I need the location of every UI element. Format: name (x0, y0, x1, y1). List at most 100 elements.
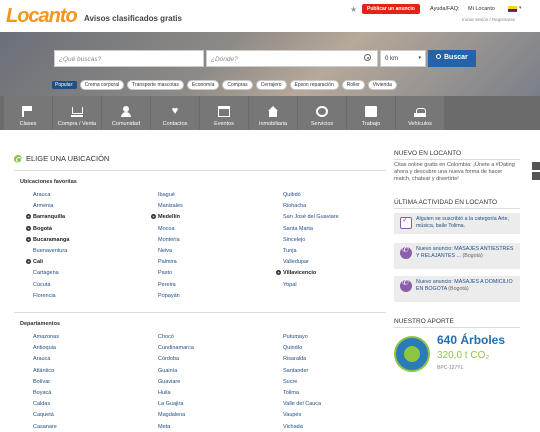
radius-select[interactable]: 0 km ▾ (380, 50, 426, 67)
category-contactos[interactable]: ♥ Contactos (151, 96, 199, 130)
location-link[interactable]: Risaralda (283, 354, 321, 365)
category-vehiculos[interactable]: Vehículos (396, 96, 444, 130)
location-link[interactable]: Guaviare (158, 377, 194, 388)
popular-chip[interactable]: Economía (186, 79, 220, 90)
plus-icon[interactable]: + (276, 270, 281, 276)
location-link[interactable]: Atlántico (33, 366, 59, 377)
category-comunidad[interactable]: Comunidad (102, 96, 150, 130)
plus-icon[interactable]: + (26, 259, 31, 265)
my-locanto-link[interactable]: Mi Locanto (468, 6, 495, 12)
activity-item[interactable]: Nuevo anuncio: MASAJES ANTIESTRES Y RELA… (394, 243, 520, 269)
help-link[interactable]: Ayuda/FAQ: (430, 6, 460, 12)
location-link[interactable]: Boyacá (33, 388, 59, 399)
location-link[interactable]: Cartagena (33, 268, 69, 279)
location-link[interactable]: Arauca (33, 190, 69, 201)
location-link[interactable]: Magdalena (158, 410, 194, 421)
location-link[interactable]: + Medellín (151, 212, 183, 223)
location-link[interactable]: Córdoba (158, 354, 194, 365)
location-link[interactable]: Yopal (283, 280, 339, 291)
location-link[interactable]: Popayán (158, 291, 183, 302)
popular-chip[interactable]: Compras (222, 79, 253, 90)
location-link[interactable]: Armenia (33, 201, 69, 212)
activity-item[interactable]: Nuevo anuncio: MASAJES A DOMICILIO EN BO… (394, 276, 520, 302)
location-link[interactable]: Antioquia (33, 343, 59, 354)
location-link[interactable]: Chocó (158, 332, 194, 343)
location-link[interactable]: Tunja (283, 246, 339, 257)
category-servicios[interactable]: Servicios (298, 96, 346, 130)
category-inmobiliaria[interactable]: Inmobiliaria (249, 96, 297, 130)
location-link[interactable]: Buenaventura (33, 246, 69, 257)
plus-icon[interactable]: + (26, 236, 31, 242)
location-link[interactable]: Santander (283, 366, 321, 377)
location-link[interactable]: San José del Guaviare (283, 212, 339, 223)
location-link[interactable]: Florencia (33, 291, 69, 302)
location-link[interactable]: Vaupés (283, 410, 321, 421)
location-link[interactable]: Amazonas (33, 332, 59, 343)
location-link[interactable]: Neiva (158, 246, 183, 257)
chevron-down-icon[interactable]: ▾ (519, 5, 522, 11)
popular-chip[interactable]: Cerrajero (255, 79, 287, 90)
location-link[interactable]: La Guajira (158, 399, 194, 410)
location-link[interactable]: Manizales (158, 201, 183, 212)
facebook-share-icon[interactable] (532, 162, 540, 170)
tree-planting-badge-icon[interactable] (394, 336, 430, 372)
location-link[interactable]: + Bogotá (26, 224, 69, 235)
category-trabajo[interactable]: Trabajo (347, 96, 395, 130)
category-compra-venta[interactable]: Compra / Venta (53, 96, 101, 130)
category-eventos[interactable]: Eventos (200, 96, 248, 130)
location-link[interactable]: Huila (158, 388, 194, 399)
popular-chip[interactable]: Epson reparación (289, 79, 339, 90)
location-link[interactable]: Meta (158, 422, 194, 432)
plus-icon[interactable]: + (26, 214, 31, 220)
star-icon[interactable]: ★ (350, 5, 357, 14)
where-search-input[interactable]: ¿Dónde? (206, 50, 378, 67)
location-link[interactable]: Sincelejo (283, 235, 339, 246)
location-link[interactable]: Valledupar (283, 257, 339, 268)
location-link[interactable]: Arauca (33, 354, 59, 365)
new-in-locanto-text[interactable]: Citas online gratis en Colombia: ¡Únete … (394, 162, 520, 183)
search-button[interactable]: Buscar (428, 50, 476, 67)
divider (14, 312, 386, 313)
location-link[interactable]: Pasto (158, 268, 183, 279)
publish-ad-button[interactable]: Publicar un anuncio (362, 4, 420, 14)
location-link[interactable]: Mocoa (158, 224, 183, 235)
locate-me-icon[interactable] (364, 54, 371, 61)
location-link[interactable]: Montería (158, 235, 183, 246)
plus-icon[interactable]: + (26, 225, 31, 231)
location-link[interactable]: Guainía (158, 366, 194, 377)
location-link[interactable]: Quibdó (283, 190, 339, 201)
location-link[interactable]: Riohacha (283, 201, 339, 212)
twitter-share-icon[interactable] (532, 172, 540, 180)
locanto-logo[interactable]: Locanto (6, 5, 78, 28)
popular-chip[interactable]: Transporte mascotas (127, 79, 184, 90)
location-link[interactable]: Ibagué (158, 190, 183, 201)
location-link[interactable]: Caquetá (33, 410, 59, 421)
location-link[interactable]: Putumayo (283, 332, 321, 343)
location-link[interactable]: Tolima (283, 388, 321, 399)
location-link[interactable]: Santa Marta (283, 224, 339, 235)
location-link[interactable]: Cundinamarca (158, 343, 194, 354)
location-link[interactable]: Caldas (33, 399, 59, 410)
location-link[interactable]: + Barranquilla (26, 212, 69, 223)
login-register-links[interactable]: Iniciar sesión / Registrarse (462, 17, 515, 22)
location-link[interactable]: Quindío (283, 343, 321, 354)
location-link[interactable]: Sucre (283, 377, 321, 388)
location-link[interactable]: Palmira (158, 257, 183, 268)
popular-chip[interactable]: Vivienda (367, 79, 397, 90)
location-link[interactable]: Bolívar (33, 377, 59, 388)
location-link[interactable]: Casanare (33, 422, 59, 432)
popular-chip[interactable]: Roller (341, 79, 365, 90)
what-search-input[interactable]: ¿Qué buscas? (54, 50, 204, 67)
colombia-flag-icon[interactable] (508, 6, 517, 12)
location-link[interactable]: Pereira (158, 280, 183, 291)
location-link[interactable]: + Villavicencio (276, 268, 339, 279)
category-clases[interactable]: Clases (4, 96, 52, 130)
popular-chip[interactable]: Crema corporal (79, 79, 125, 90)
plus-icon[interactable]: + (151, 214, 156, 220)
location-link[interactable]: Cúcuta (33, 280, 69, 291)
location-link[interactable]: + Bucaramanga (26, 235, 69, 246)
location-link[interactable]: Valle del Cauca (283, 399, 321, 410)
location-link[interactable]: + Cali (26, 257, 69, 268)
activity-item[interactable]: Alguien se suscribió a la categoría Arte… (394, 213, 520, 234)
location-link[interactable]: Vichada (283, 422, 321, 432)
